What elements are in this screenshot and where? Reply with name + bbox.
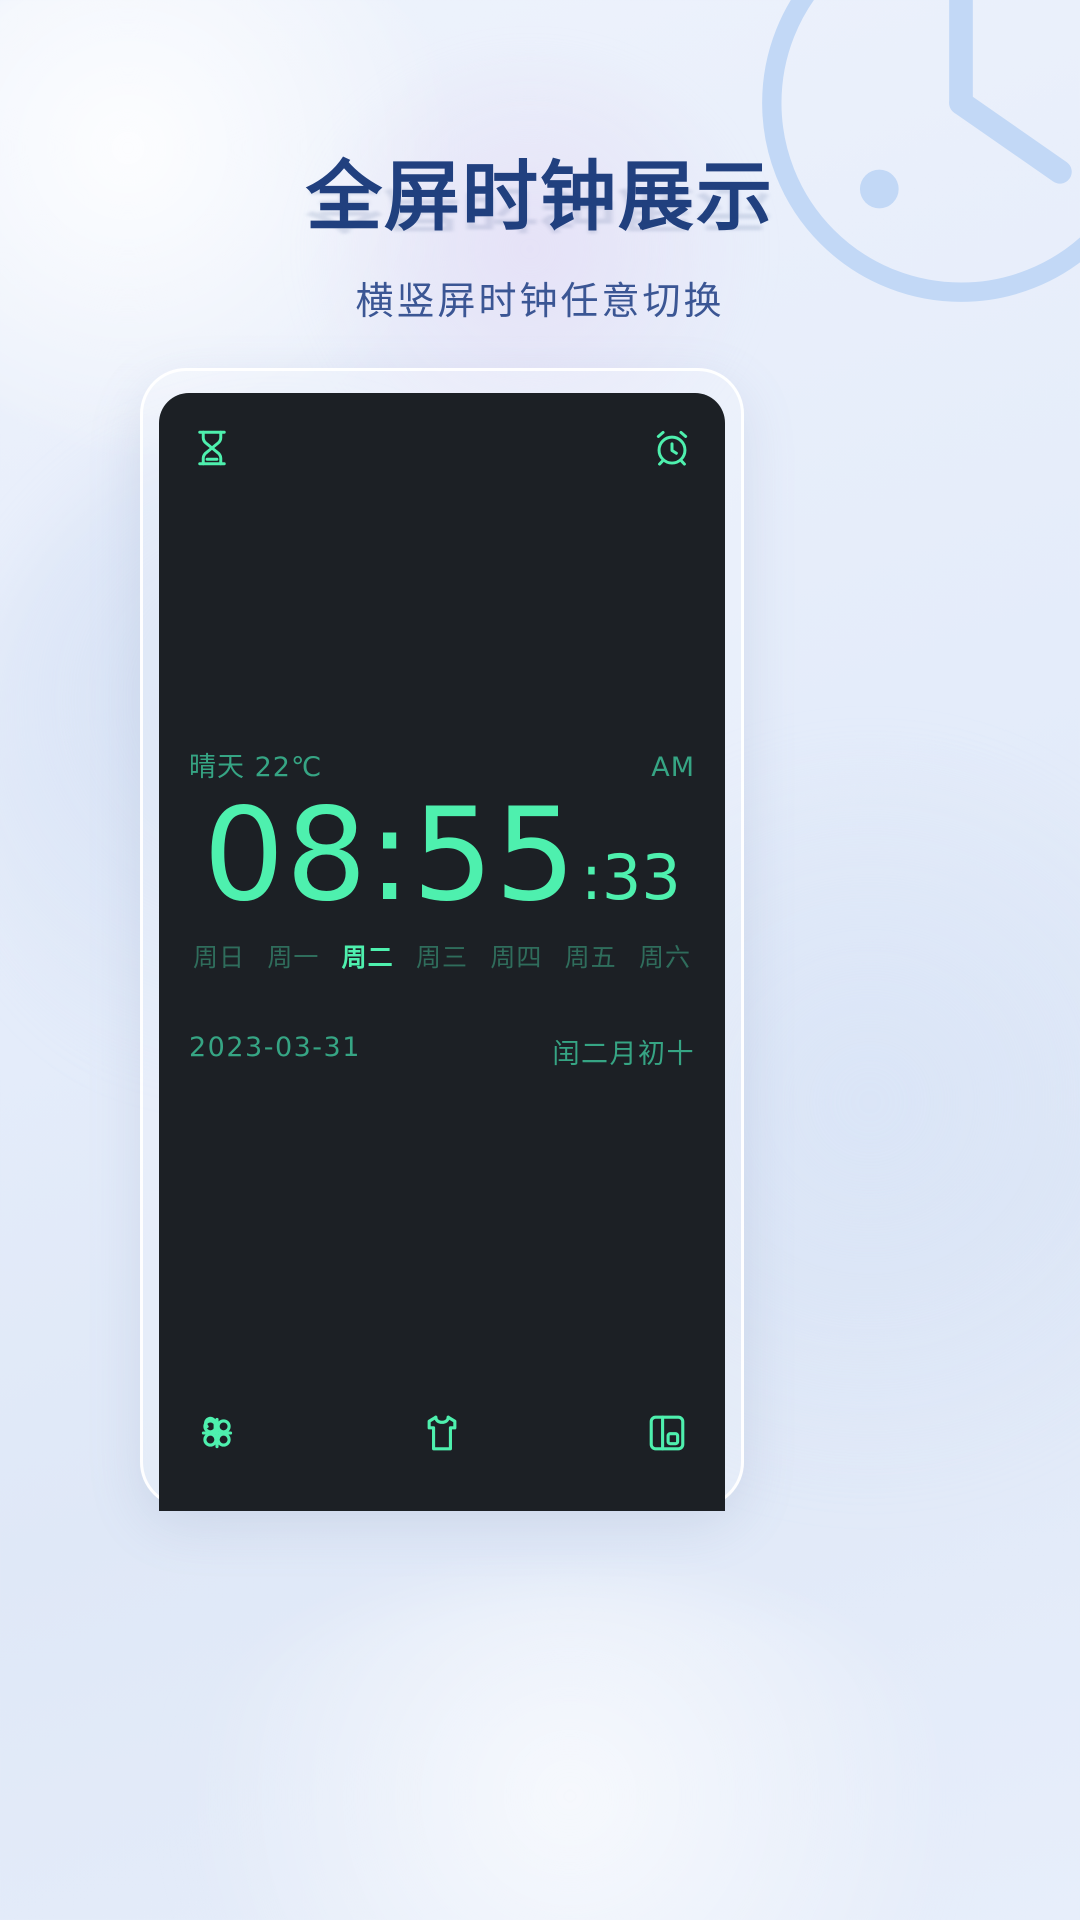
time-hours-minutes: 08:55	[203, 781, 578, 930]
page-subtitle: 横竖屏时钟任意切换	[355, 281, 725, 323]
date-row: 2023-03-31 闰二月初十	[189, 1032, 695, 1071]
weekday-item[interactable]: 周四	[490, 938, 542, 974]
page-header: 全屏时钟展示 全屏时钟展示 横竖屏时钟任意切换	[0, 160, 1080, 325]
page-title: 全屏时钟展示	[306, 155, 774, 240]
weekday-item[interactable]: 周六	[639, 938, 691, 974]
screen-layout-icon[interactable]	[645, 1411, 689, 1455]
clover-icon[interactable]	[195, 1411, 239, 1455]
meridiem-label: AM	[651, 752, 695, 783]
weather-label: 晴天 22℃	[189, 752, 323, 783]
weekday-item[interactable]: 周三	[416, 938, 468, 974]
clock-display: 晴天 22℃ AM 08:55 :33 周日 周一 周二 周三 周四 周五 周六…	[159, 745, 725, 1071]
weekday-item[interactable]: 周五	[565, 938, 617, 974]
time-seconds: :33	[581, 841, 681, 914]
weekday-row: 周日 周一 周二 周三 周四 周五 周六	[189, 938, 695, 974]
clock-meta-row: 晴天 22℃ AM	[189, 745, 695, 784]
alarm-clock-icon[interactable]	[651, 427, 693, 469]
gregorian-date: 2023-03-31	[189, 1032, 361, 1063]
shirt-theme-icon[interactable]	[420, 1411, 464, 1455]
weekday-item[interactable]: 周日	[193, 938, 245, 974]
phone-screen: 晴天 22℃ AM 08:55 :33 周日 周一 周二 周三 周四 周五 周六…	[159, 393, 725, 1511]
background-blob-e	[120, 1580, 1020, 1920]
lunar-date: 闰二月初十	[552, 1039, 695, 1070]
weekday-item[interactable]: 周一	[267, 938, 319, 974]
hourglass-icon[interactable]	[191, 427, 233, 469]
time-display[interactable]: 08:55 :33	[189, 792, 695, 920]
screen-top-bar	[159, 427, 725, 469]
weekday-item-active[interactable]: 周二	[342, 938, 394, 974]
screen-bottom-bar	[159, 1411, 725, 1455]
phone-mockup: 晴天 22℃ AM 08:55 :33 周日 周一 周二 周三 周四 周五 周六…	[140, 368, 744, 1511]
